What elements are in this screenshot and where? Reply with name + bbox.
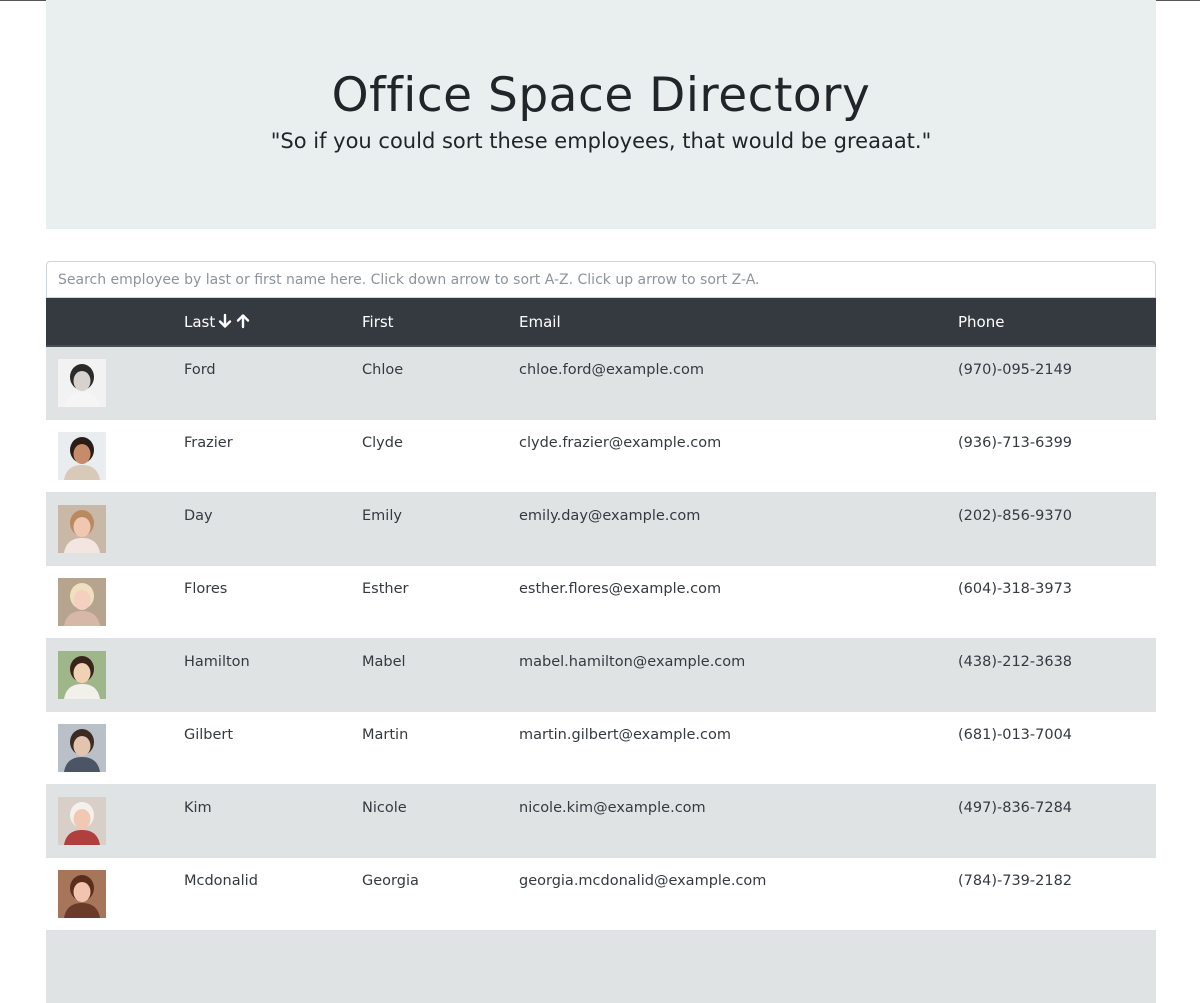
arrow-down-icon[interactable] (217, 313, 233, 329)
table-row: Mcdonalid Georgia georgia.mcdonalid@exampl… (46, 857, 1156, 930)
avatar (58, 431, 106, 480)
cell-phone: (202)-856-9370 (958, 507, 1073, 524)
cell-last: Ford (184, 362, 216, 378)
avatar (58, 577, 106, 626)
header-image (46, 298, 184, 347)
cell-first: Georgia (362, 872, 419, 889)
avatar-cell (46, 711, 184, 784)
avatar-cell (46, 565, 184, 638)
cell-phone: (784)-739-2182 (958, 872, 1073, 889)
cell-phone: (970)-095-2149 (958, 362, 1073, 378)
cell-phone: (438)-212-3638 (958, 653, 1073, 670)
table-header: Last First Email Phone (46, 298, 1156, 347)
cell-email: emily.day@example.com (519, 507, 701, 524)
cell-email: nicole.kim@example.com (519, 799, 706, 816)
avatar-cell (46, 784, 184, 857)
header-last-label: Last (184, 312, 216, 331)
cell-first: Clyde (362, 434, 403, 451)
table-body: Ford Chloe chloe.ford@example.com (970)-095… (46, 346, 1156, 1003)
cell-first: Emily (362, 507, 402, 524)
header-last: Last (184, 298, 350, 347)
avatar (58, 796, 106, 845)
cell-email: chloe.ford@example.com (519, 362, 704, 378)
cell-email (507, 930, 946, 1003)
cell-first: Chloe (362, 362, 404, 378)
table-row: Kim Nicole nicole.kim@example.com (497)-836… (46, 784, 1156, 857)
cell-email: georgia.mcdonalid@example.com (519, 872, 767, 889)
cell-first: Esther (362, 580, 409, 597)
avatar-cell (46, 492, 184, 565)
cell-first: Mabel (362, 653, 406, 670)
table-row: Day Emily emily.day@example.com (202)-856-9… (46, 492, 1156, 565)
cell-last: Kim (184, 799, 212, 816)
cell-phone: (604)-318-3973 (958, 580, 1073, 597)
page-title: Office Space Directory (331, 68, 871, 123)
cell-last (184, 930, 350, 1003)
cell-last: Flores (184, 580, 228, 597)
cell-last: Mcdonalid (184, 872, 258, 889)
page-container: Office Space Directory "So if you could … (46, 0, 1156, 1003)
avatar (58, 359, 106, 407)
cell-email: clyde.frazier@example.com (519, 434, 722, 451)
cell-phone: (497)-836-7284 (958, 799, 1073, 816)
cell-email: esther.flores@example.com (519, 580, 722, 597)
table-row: Gilbert Martin martin.gilbert@example.com (… (46, 711, 1156, 784)
cell-email: martin.gilbert@example.com (519, 726, 732, 743)
cell-last: Frazier (184, 434, 233, 451)
search-area (46, 261, 1156, 298)
avatar (58, 650, 106, 699)
avatar-cell (46, 857, 184, 930)
arrow-up-icon[interactable] (235, 313, 251, 329)
cell-first (350, 930, 507, 1003)
header-phone: Phone (946, 298, 1156, 347)
cell-phone: (936)-713-6399 (958, 434, 1073, 451)
cell-last: Day (184, 507, 213, 524)
table-row: Frazier Clyde clyde.frazier@example.com (93… (46, 419, 1156, 492)
avatar (58, 504, 106, 553)
table-row: Ford Chloe chloe.ford@example.com (970)-095… (46, 346, 1156, 419)
table-row: Flores Esther esther.flores@example.com (60… (46, 565, 1156, 638)
avatar-cell (46, 638, 184, 711)
search-input[interactable] (46, 261, 1156, 298)
cell-phone (946, 930, 1156, 1003)
cell-last: Gilbert (184, 726, 234, 743)
avatar-cell (46, 930, 184, 1003)
header-email: Email (507, 298, 946, 347)
hero-banner: Office Space Directory "So if you could … (46, 0, 1156, 229)
cell-phone: (681)-013-7004 (958, 726, 1073, 743)
header-first: First (350, 298, 507, 347)
avatar (58, 942, 106, 991)
page-subtitle: "So if you could sort these employees, t… (270, 129, 932, 153)
cell-first: Martin (362, 726, 409, 743)
cell-email: mabel.hamilton@example.com (519, 653, 746, 670)
header-row: Last First Email Phone (46, 298, 1156, 347)
avatar-cell (46, 419, 184, 492)
cell-last: Hamilton (184, 653, 250, 670)
employee-table: Last First Email Phone Ford Chloe chloe.fo… (46, 298, 1156, 1003)
avatar-cell (46, 346, 184, 419)
avatar (58, 723, 106, 772)
cell-first: Nicole (362, 799, 407, 816)
avatar (58, 869, 106, 918)
table-row: Hamilton Mabel mabel.hamilton@example.com (… (46, 638, 1156, 711)
table-row (46, 930, 1156, 1003)
